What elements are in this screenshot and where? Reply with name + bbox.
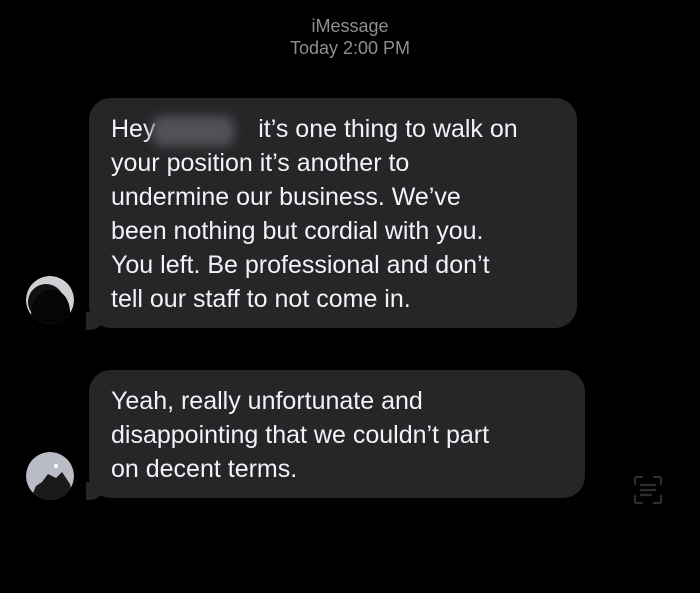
contact-avatar[interactable]	[26, 276, 74, 324]
contact-avatar[interactable]	[26, 452, 74, 500]
message-timestamp: Today 2:00 PM	[289, 38, 411, 58]
redaction-blur	[152, 116, 234, 146]
service-label: iMessage	[311, 16, 389, 36]
conversation-header: iMessage Today 2:00 PM	[0, 15, 700, 59]
incoming-message-bubble[interactable]: Yeah, really unfortunate and disappointi…	[89, 370, 585, 498]
contact-photo-icon	[26, 276, 74, 324]
contact-photo-icon	[26, 452, 74, 500]
scan-text-icon	[633, 475, 663, 505]
live-text-icon[interactable]	[632, 474, 664, 506]
